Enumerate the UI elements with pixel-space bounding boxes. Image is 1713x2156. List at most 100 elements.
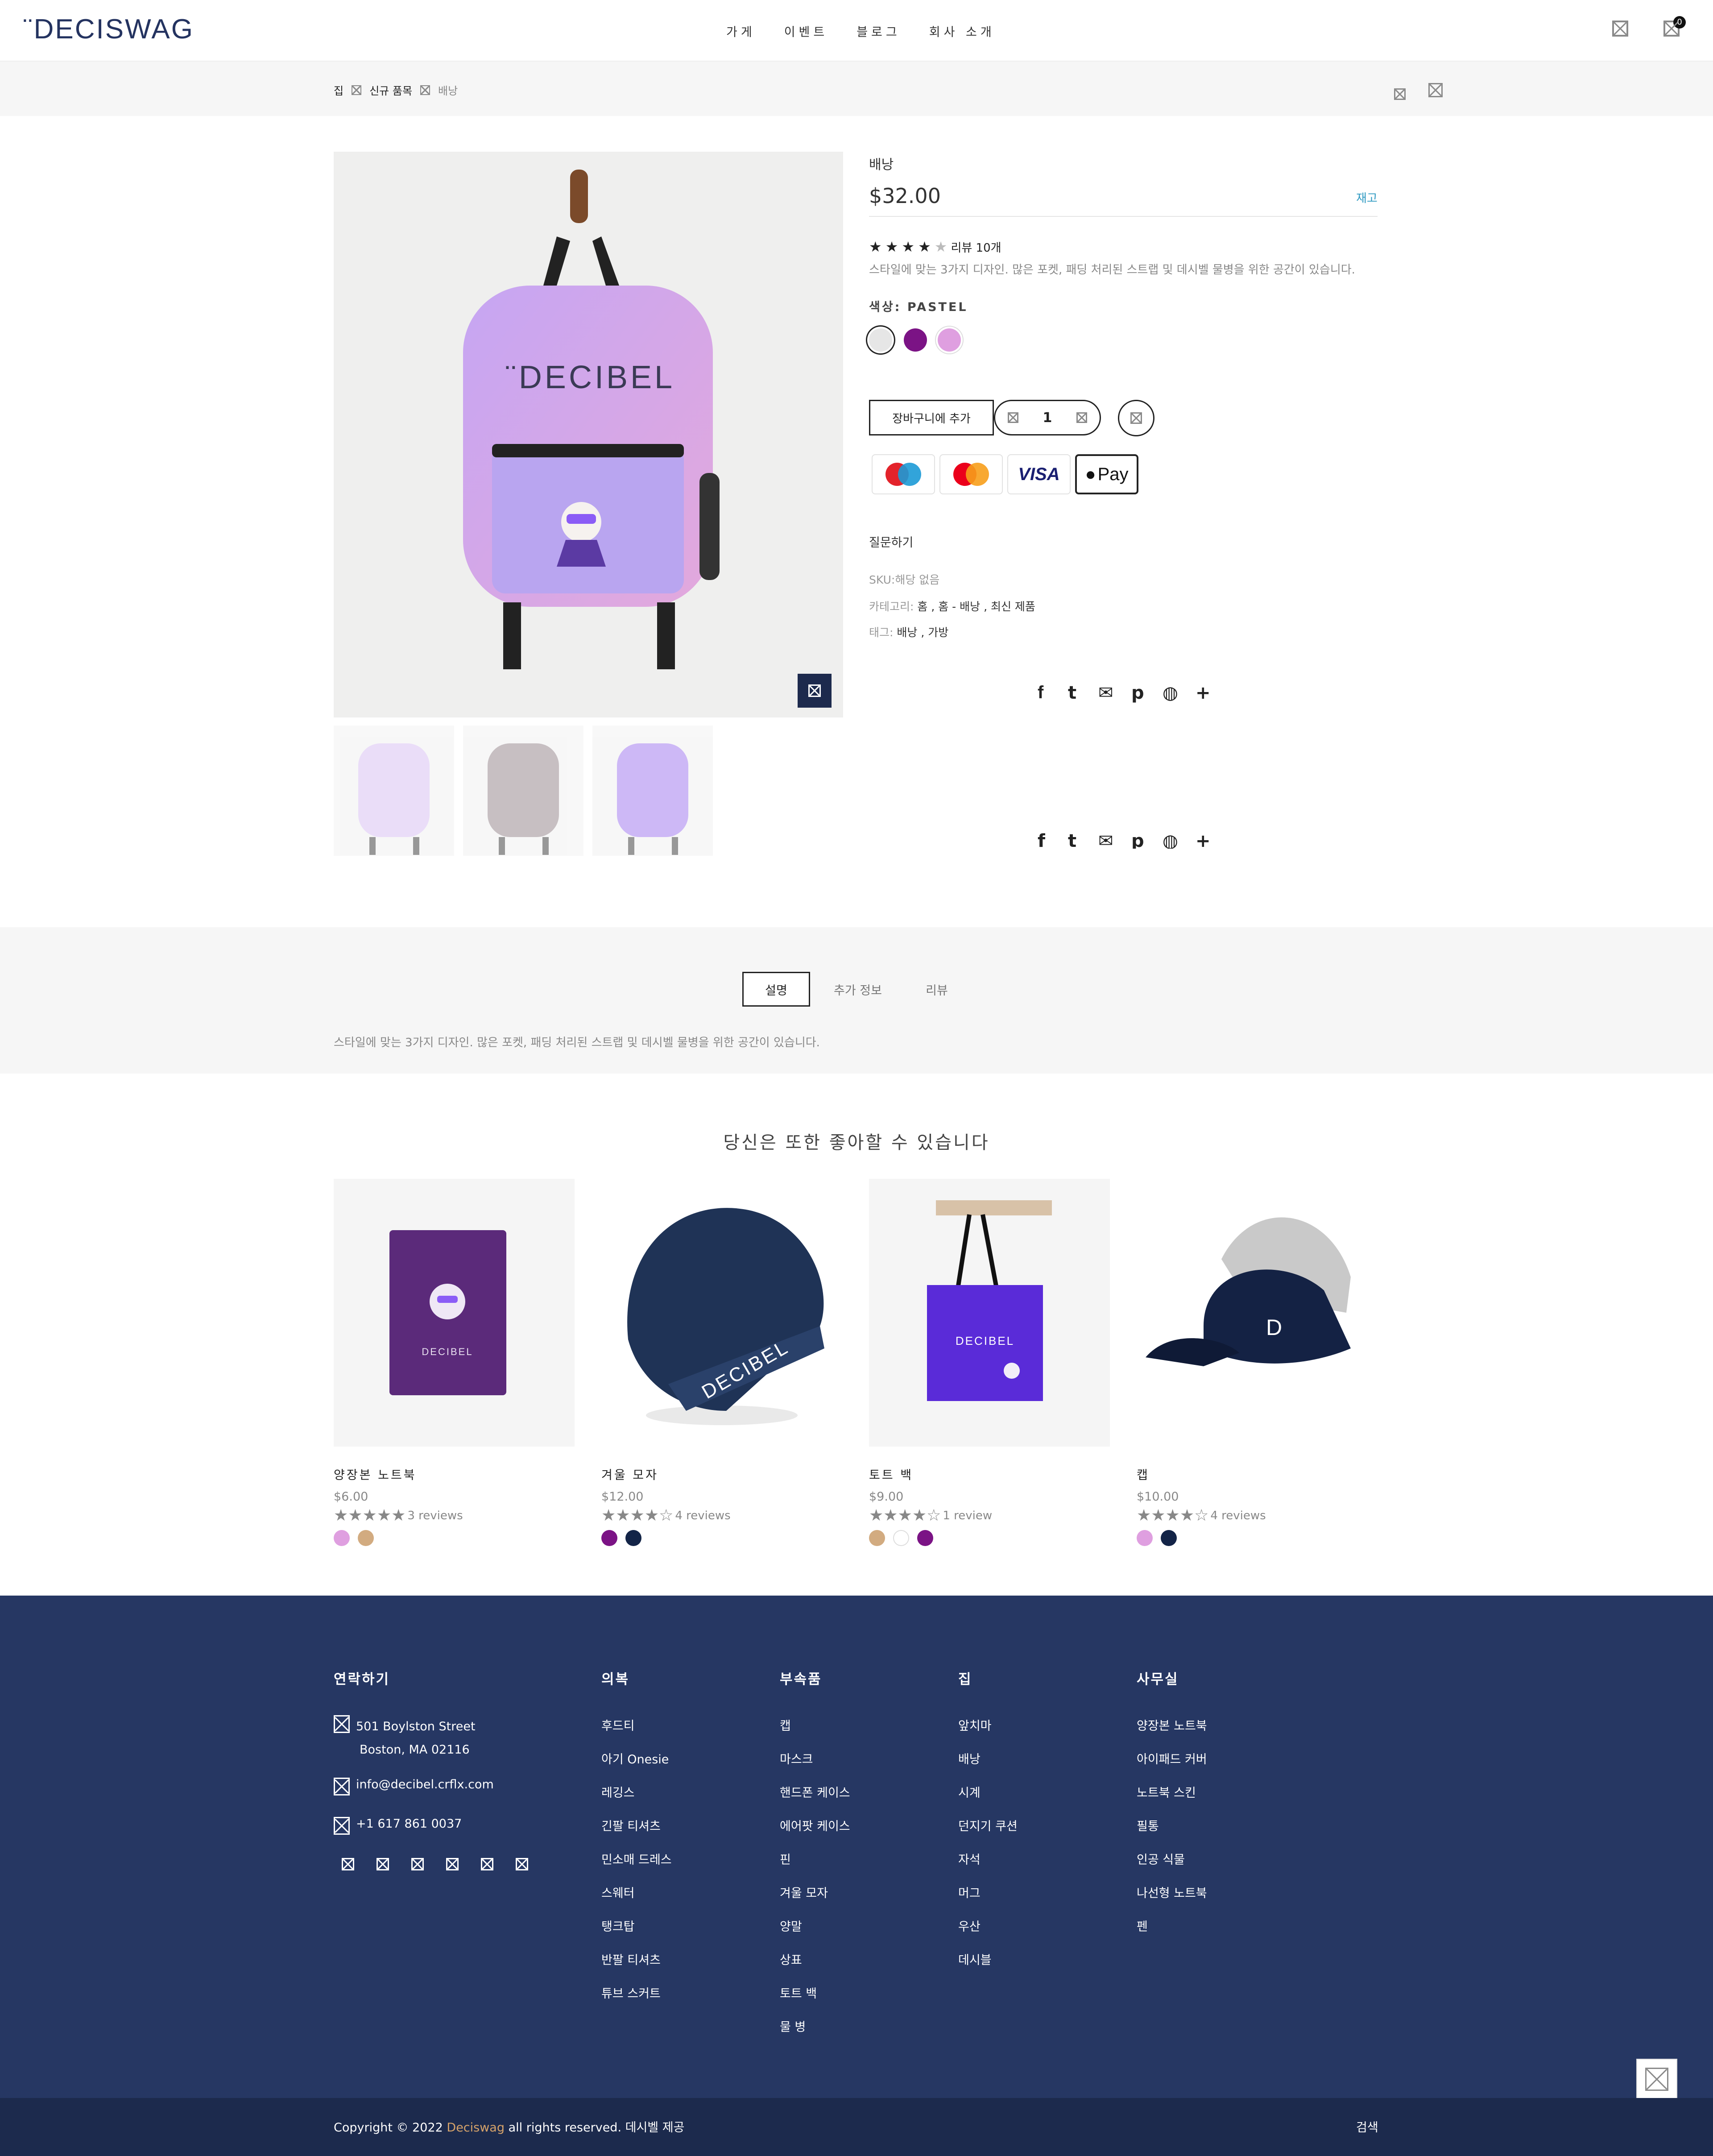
pinterest-icon[interactable]: p	[1131, 683, 1144, 703]
related-product-image[interactable]: DECIBEL	[601, 1179, 842, 1447]
tags-links[interactable]: 배낭 , 가방	[897, 626, 948, 639]
minus-icon[interactable]	[1007, 412, 1018, 423]
product-main-image[interactable]: ¨DECIBEL	[334, 152, 843, 717]
footer-link[interactable]: 배낭	[958, 1750, 1018, 1767]
plus-icon[interactable]	[1076, 412, 1088, 423]
color-swatch[interactable]	[358, 1530, 374, 1546]
footer-link[interactable]: 상표	[780, 1950, 850, 1968]
color-swatch[interactable]	[1161, 1530, 1177, 1546]
footer-link[interactable]: 탱크탑	[601, 1917, 672, 1934]
color-swatch-pink[interactable]	[938, 328, 961, 352]
footer-link[interactable]: 펜	[1137, 1917, 1207, 1934]
footer-link[interactable]: 캡	[780, 1716, 850, 1733]
related-product-image[interactable]: D	[1137, 1179, 1378, 1447]
related-product-image[interactable]: DECIBEL	[869, 1179, 1110, 1447]
categories-links[interactable]: 홈 , 홈 - 배낭 , 최신 제품	[917, 600, 1035, 613]
related-product-name[interactable]: 양장본 노트북	[334, 1465, 575, 1483]
back-to-top-button[interactable]	[1636, 2059, 1677, 2100]
tab-reviews[interactable]: 리뷰	[914, 972, 959, 1007]
ask-question-link[interactable]: 질문하기	[869, 533, 913, 550]
twitter-icon[interactable]: t	[1068, 683, 1076, 703]
nav-item-about[interactable]: 회사 소개	[929, 22, 995, 40]
tab-additional-info[interactable]: 추가 정보	[824, 972, 891, 1007]
related-product-card[interactable]: DECIBEL 겨울 모자 $12.00 ★★★★☆ 4 reviews	[601, 1179, 842, 1546]
email-icon[interactable]: ✉	[1098, 831, 1113, 849]
add-to-cart-button[interactable]: 장바구니에 추가	[869, 400, 994, 435]
quantity-value[interactable]: 1	[1043, 410, 1052, 426]
related-product-name[interactable]: 캡	[1137, 1465, 1378, 1483]
related-product-card[interactable]: DECIBEL 토트 백 $9.00 ★★★★☆ 1 review	[869, 1179, 1110, 1546]
footer-link[interactable]: 노트북 스킨	[1137, 1783, 1207, 1800]
tab-description[interactable]: 설명	[742, 972, 810, 1007]
footer-link[interactable]: 양장본 노트북	[1137, 1716, 1207, 1733]
messenger-icon[interactable]: ◍	[1163, 831, 1178, 849]
product-rating[interactable]: ★ ★ ★ ★ ★ 리뷰 10개	[869, 238, 1001, 255]
search-icon[interactable]	[1612, 21, 1628, 37]
footer-link[interactable]: 반팔 티셔츠	[601, 1950, 672, 1968]
twitter-icon[interactable]: t	[1068, 831, 1076, 849]
related-product-name[interactable]: 토트 백	[869, 1465, 1110, 1483]
footer-link[interactable]: 던지기 쿠션	[958, 1816, 1018, 1834]
footer-link[interactable]: 물 병	[780, 2017, 850, 2035]
zoom-button[interactable]	[798, 674, 832, 708]
footer-link[interactable]: 마스크	[780, 1750, 850, 1767]
color-swatch[interactable]	[1137, 1530, 1153, 1546]
pinterest-icon[interactable]	[446, 1858, 459, 1870]
footer-link[interactable]: 핸드폰 케이스	[780, 1783, 850, 1800]
nav-item-shop[interactable]: 가게	[726, 22, 756, 40]
phone-number[interactable]: +1 617 861 0037	[356, 1817, 462, 1831]
footer-link[interactable]: 핀	[780, 1850, 850, 1867]
more-share-icon[interactable]: +	[1196, 831, 1211, 849]
footer-link[interactable]: 아기 Onesie	[601, 1750, 672, 1767]
product-thumbnail[interactable]	[463, 726, 583, 856]
related-product-image[interactable]: DECIBEL	[334, 1179, 575, 1447]
site-logo[interactable]: ¨DECISWAG	[23, 13, 194, 45]
footer-link[interactable]: 에어팟 케이스	[780, 1816, 850, 1834]
youtube-icon[interactable]	[481, 1858, 493, 1870]
prev-product-icon[interactable]	[1394, 88, 1406, 100]
footer-link[interactable]: 아이패드 커버	[1137, 1750, 1207, 1767]
footer-link[interactable]: 자석	[958, 1850, 1018, 1867]
email-address[interactable]: info@decibel.crflx.com	[356, 1778, 494, 1791]
color-swatch[interactable]	[625, 1530, 641, 1546]
color-swatch[interactable]	[893, 1530, 909, 1546]
footer-link[interactable]: 시계	[958, 1783, 1018, 1800]
more-share-icon[interactable]: +	[1196, 683, 1211, 703]
copyright-brand-link[interactable]: Deciswag	[447, 2121, 505, 2135]
facebook-icon[interactable]	[342, 1858, 354, 1870]
color-swatch-purple[interactable]	[904, 328, 927, 352]
nav-item-blog[interactable]: 블로그	[856, 22, 901, 40]
footer-link[interactable]: 튜브 스커트	[601, 1984, 672, 2001]
facebook-icon[interactable]: f	[1038, 683, 1043, 703]
breadcrumb-category[interactable]: 신규 품목	[369, 82, 412, 98]
color-swatch[interactable]	[601, 1530, 617, 1546]
footer-link[interactable]: 후드티	[601, 1716, 672, 1733]
footer-link[interactable]: 인공 식물	[1137, 1850, 1207, 1867]
footer-link[interactable]: 나선형 노트북	[1137, 1883, 1207, 1901]
footer-link[interactable]: 앞치마	[958, 1716, 1018, 1733]
instagram-icon[interactable]	[411, 1858, 424, 1870]
related-product-name[interactable]: 겨울 모자	[601, 1465, 842, 1483]
footer-link[interactable]: 토트 백	[780, 1984, 850, 2001]
color-swatch[interactable]	[917, 1530, 933, 1546]
product-thumbnail[interactable]	[592, 726, 713, 856]
footer-link[interactable]: 긴팔 티셔츠	[601, 1816, 672, 1834]
product-thumbnail[interactable]	[334, 726, 454, 856]
facebook-icon[interactable]: f	[1038, 831, 1045, 849]
color-swatch[interactable]	[334, 1530, 350, 1546]
footer-link[interactable]: 필통	[1137, 1816, 1207, 1834]
related-product-card[interactable]: D 캡 $10.00 ★★★★☆ 4 reviews	[1137, 1179, 1378, 1546]
color-swatch-pastel[interactable]	[869, 328, 892, 352]
add-to-wishlist-button[interactable]	[1118, 400, 1154, 436]
footer-link[interactable]: 겨울 모자	[780, 1883, 850, 1901]
twitter-icon[interactable]	[377, 1858, 389, 1870]
breadcrumb-home[interactable]: 집	[334, 82, 343, 98]
next-product-icon[interactable]	[1428, 83, 1443, 97]
footer-search-link[interactable]: 검색	[1356, 2118, 1378, 2135]
footer-link[interactable]: 양말	[780, 1917, 850, 1934]
footer-link[interactable]: 민소매 드레스	[601, 1850, 672, 1867]
messenger-icon[interactable]: ◍	[1163, 683, 1178, 703]
linkedin-icon[interactable]	[516, 1858, 528, 1870]
footer-email[interactable]: info@decibel.crflx.com	[334, 1778, 494, 1795]
nav-item-events[interactable]: 이벤트	[784, 22, 828, 40]
